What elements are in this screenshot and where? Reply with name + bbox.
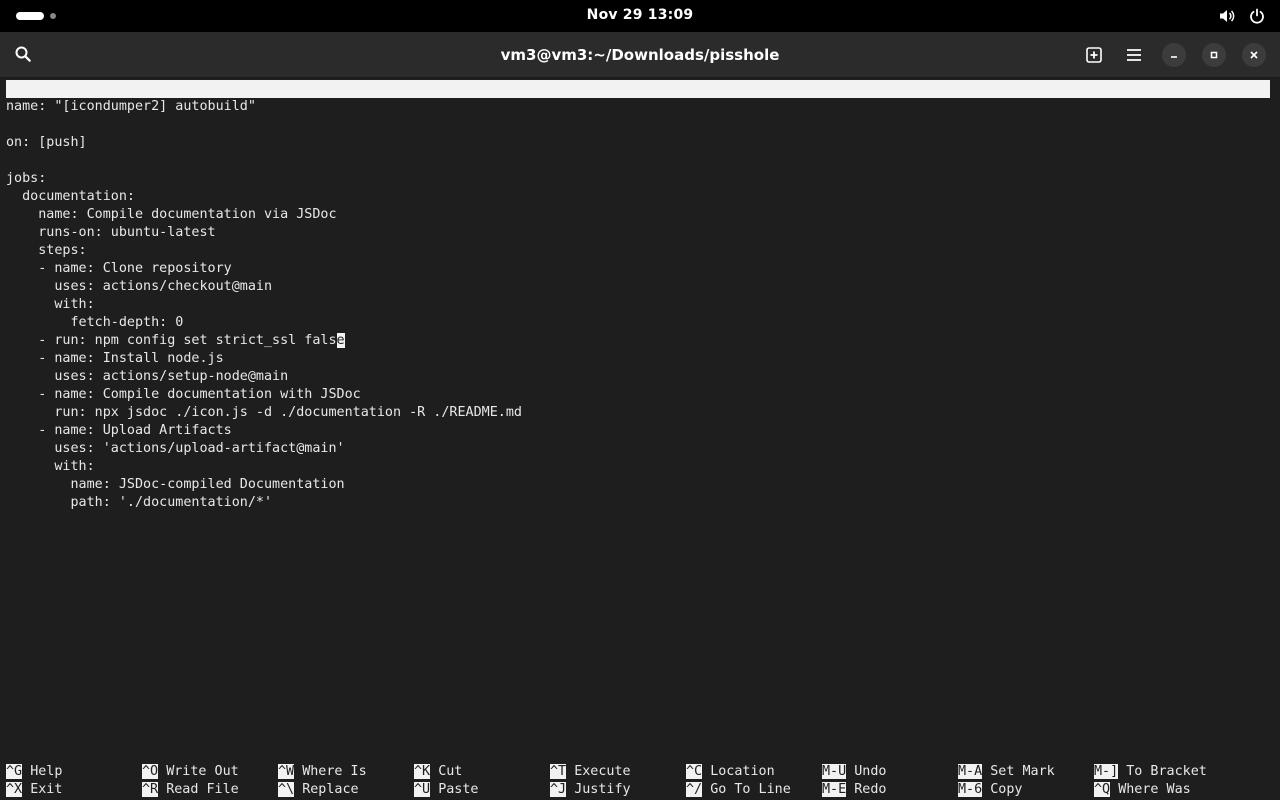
shortcut-key: ^W bbox=[278, 764, 295, 779]
nano-title-bar: GNU nano 7.2 .github/workflows/build.yml… bbox=[6, 80, 1270, 150]
editor-line[interactable]: jobs: bbox=[6, 170, 1276, 188]
shortcut-justify[interactable]: ^J Justify bbox=[550, 781, 631, 799]
shortcut-key: M-E bbox=[822, 782, 847, 797]
shortcut-label: Write Out bbox=[166, 764, 239, 779]
shortcut-row-bottom: ^X Exit ^R Read File ^\ Replace ^U Paste… bbox=[6, 781, 1276, 799]
editor-line[interactable]: uses: actions/checkout@main bbox=[6, 278, 1276, 296]
shortcut-redo[interactable]: M-E Redo bbox=[822, 781, 887, 799]
shortcut-key: ^U bbox=[414, 782, 431, 797]
shortcut-undo[interactable]: M-U Undo bbox=[822, 763, 887, 781]
shortcut-label: To Bracket bbox=[1126, 764, 1207, 779]
shortcut-read-file[interactable]: ^R Read File bbox=[142, 781, 239, 799]
shortcut-label: Where Is bbox=[302, 764, 367, 779]
editor-line[interactable]: - name: Clone repository bbox=[6, 260, 1276, 278]
nano-shortcut-bar: ^G Help ^O Write Out ^W Where Is ^K Cut … bbox=[6, 763, 1276, 799]
shortcut-go-to-line[interactable]: ^/ Go To Line bbox=[686, 781, 791, 799]
shortcut-key: ^C bbox=[686, 764, 703, 779]
clock[interactable]: Nov 29 13:09 bbox=[0, 7, 1280, 23]
close-icon[interactable] bbox=[1242, 43, 1266, 67]
shortcut-key: ^J bbox=[550, 782, 567, 797]
shortcut-key: M-U bbox=[822, 764, 847, 779]
shortcut-key: ^X bbox=[6, 782, 23, 797]
editor-line[interactable]: - name: Install node.js bbox=[6, 350, 1276, 368]
new-tab-icon[interactable] bbox=[1078, 39, 1110, 71]
editor-line[interactable] bbox=[6, 152, 1276, 170]
shortcut-write-out[interactable]: ^O Write Out bbox=[142, 763, 239, 781]
shortcut-key: ^/ bbox=[686, 782, 703, 797]
shortcut-key: M-A bbox=[958, 764, 983, 779]
editor-line[interactable]: name: "[icondumper2] autobuild" bbox=[6, 98, 1276, 116]
editor-line[interactable]: - name: Upload Artifacts bbox=[6, 422, 1276, 440]
editor-line[interactable]: name: Compile documentation via JSDoc bbox=[6, 206, 1276, 224]
terminal-area[interactable]: GNU nano 7.2 .github/workflows/build.yml… bbox=[0, 78, 1280, 800]
shortcut-label: Cut bbox=[438, 764, 463, 779]
editor-buffer[interactable]: name: "[icondumper2] autobuild" on: [pus… bbox=[6, 98, 1276, 512]
editor-line[interactable]: with: bbox=[6, 296, 1276, 314]
text-cursor: e bbox=[336, 333, 345, 348]
shortcut-label: Justify bbox=[574, 782, 631, 797]
editor-line[interactable]: steps: bbox=[6, 242, 1276, 260]
terminal-headerbar: vm3@vm3:~/Downloads/pisshole bbox=[0, 32, 1280, 78]
shortcut-label: Where Was bbox=[1118, 782, 1191, 797]
shortcut-key: ^G bbox=[6, 764, 23, 779]
shortcut-label: Undo bbox=[854, 764, 887, 779]
minimize-icon[interactable] bbox=[1162, 43, 1186, 67]
editor-line[interactable] bbox=[6, 116, 1276, 134]
shortcut-key: ^T bbox=[550, 764, 567, 779]
shortcut-label: Go To Line bbox=[710, 782, 791, 797]
shortcut-where-was[interactable]: ^Q Where Was bbox=[1094, 781, 1191, 799]
shortcut-help[interactable]: ^G Help bbox=[6, 763, 62, 781]
shortcut-paste[interactable]: ^U Paste bbox=[414, 781, 479, 799]
shortcut-label: Read File bbox=[166, 782, 239, 797]
shortcut-row-top: ^G Help ^O Write Out ^W Where Is ^K Cut … bbox=[6, 763, 1276, 781]
shortcut-key: ^O bbox=[142, 764, 159, 779]
shortcut-exit[interactable]: ^X Exit bbox=[6, 781, 62, 799]
shortcut-key: M-6 bbox=[958, 782, 983, 797]
editor-line[interactable]: with: bbox=[6, 458, 1276, 476]
shortcut-label: Execute bbox=[574, 764, 631, 779]
maximize-icon[interactable] bbox=[1202, 43, 1226, 67]
editor-line[interactable]: run: npx jsdoc ./icon.js -d ./documentat… bbox=[6, 404, 1276, 422]
power-icon[interactable] bbox=[1248, 7, 1266, 25]
editor-line[interactable]: uses: actions/setup-node@main bbox=[6, 368, 1276, 386]
shortcut-label: Paste bbox=[438, 782, 479, 797]
shortcut-label: Exit bbox=[30, 782, 63, 797]
shortcut-replace[interactable]: ^\ Replace bbox=[278, 781, 359, 799]
shortcut-execute[interactable]: ^T Execute bbox=[550, 763, 631, 781]
current-line-text: - run: npm config set strict_ssl fals bbox=[6, 333, 337, 348]
shortcut-key: ^\ bbox=[278, 782, 295, 797]
shortcut-label: Help bbox=[30, 764, 63, 779]
editor-line[interactable]: on: [push] bbox=[6, 134, 1276, 152]
menu-icon[interactable] bbox=[1118, 39, 1150, 71]
editor-line[interactable]: - name: Compile documentation with JSDoc bbox=[6, 386, 1276, 404]
editor-line-current[interactable]: - run: npm config set strict_ssl false bbox=[6, 332, 1276, 350]
editor-line[interactable]: runs-on: ubuntu-latest bbox=[6, 224, 1276, 242]
shortcut-label: Set Mark bbox=[990, 764, 1055, 779]
shortcut-label: Location bbox=[710, 764, 775, 779]
shortcut-key: ^K bbox=[414, 764, 431, 779]
shortcut-where-is[interactable]: ^W Where Is bbox=[278, 763, 367, 781]
editor-line[interactable]: name: JSDoc-compiled Documentation bbox=[6, 476, 1276, 494]
editor-line[interactable]: documentation: bbox=[6, 188, 1276, 206]
shortcut-key: ^Q bbox=[1094, 782, 1111, 797]
editor-line[interactable]: path: './documentation/*' bbox=[6, 494, 1276, 512]
shortcut-to-bracket[interactable]: M-] To Bracket bbox=[1094, 763, 1207, 781]
shortcut-key: M-] bbox=[1094, 764, 1119, 779]
top-bar: Nov 29 13:09 bbox=[0, 0, 1280, 32]
shortcut-cut[interactable]: ^K Cut bbox=[414, 763, 462, 781]
editor-line[interactable]: uses: 'actions/upload-artifact@main' bbox=[6, 440, 1276, 458]
shortcut-label: Redo bbox=[854, 782, 887, 797]
shortcut-set-mark[interactable]: M-A Set Mark bbox=[958, 763, 1055, 781]
shortcut-key: ^R bbox=[142, 782, 159, 797]
shortcut-label: Copy bbox=[990, 782, 1023, 797]
shortcut-copy[interactable]: M-6 Copy bbox=[958, 781, 1023, 799]
volume-icon[interactable] bbox=[1218, 7, 1236, 25]
editor-line[interactable]: fetch-depth: 0 bbox=[6, 314, 1276, 332]
shortcut-location[interactable]: ^C Location bbox=[686, 763, 775, 781]
shortcut-label: Replace bbox=[302, 782, 359, 797]
